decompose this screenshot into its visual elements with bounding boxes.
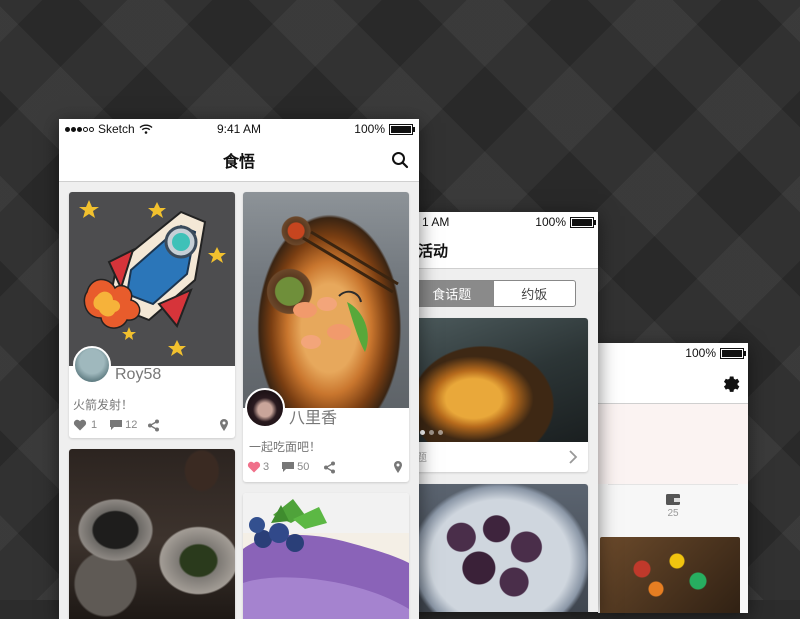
status-bar: 1 AM 100% [410, 212, 598, 232]
avatar[interactable] [245, 388, 285, 428]
feed-card[interactable] [69, 449, 235, 619]
like-count: 3 [263, 461, 270, 473]
status-bar: 100% [598, 343, 748, 363]
action-bar: 3 50 [247, 460, 403, 474]
chevron-right-icon[interactable] [568, 450, 578, 464]
location-pin-icon[interactable] [393, 460, 403, 474]
feed-card[interactable]: 八里香 一起吃面吧！ 3 50 [243, 192, 409, 482]
post-image-noodles [243, 192, 409, 428]
username[interactable]: 八里香 [289, 410, 337, 428]
battery-percent: 100% [685, 346, 716, 360]
battery-icon [389, 123, 415, 135]
battery-percent: 100% [535, 215, 566, 229]
profile-post-image[interactable] [600, 537, 740, 613]
share-icon[interactable] [147, 419, 160, 432]
feed-card[interactable] [243, 493, 409, 619]
battery-icon [570, 216, 596, 228]
post-image-tea-cups [69, 449, 235, 619]
stat-count: 25 [667, 507, 679, 519]
phone-screen-activity: 1 AM 100% 活动 食话题 约饭 题 [410, 212, 598, 612]
gear-icon[interactable] [720, 373, 740, 393]
image-pagination [420, 430, 443, 435]
signal-icon [65, 126, 94, 132]
topic-image [412, 484, 588, 612]
post-image-blueberry-cake [243, 493, 409, 619]
wifi-icon [139, 124, 153, 134]
status-bar: Sketch 9:41 AM 100% [59, 119, 419, 139]
post-caption: 火箭发射！ [73, 398, 134, 412]
tab-topics-label: 食话题 [432, 287, 472, 302]
blueberry-cake-illustration [243, 499, 409, 619]
carrier-name: Sketch [98, 122, 135, 136]
topic-image [412, 318, 588, 442]
post-caption: 一起吃面吧！ [249, 440, 322, 454]
battery-icon [720, 347, 746, 359]
heart-icon[interactable] [247, 461, 261, 473]
comment-count: 50 [297, 461, 310, 473]
username[interactable]: Roy58 [115, 366, 161, 384]
wallet-icon [666, 493, 680, 505]
share-icon[interactable] [323, 461, 336, 474]
segmented-control: 食话题 约饭 [410, 280, 576, 307]
phone-screen-profile: 100% 25 [598, 343, 748, 613]
action-bar: 1 12 [73, 418, 229, 432]
avatar[interactable] [73, 346, 111, 384]
topic-card[interactable] [412, 484, 588, 612]
comment-icon[interactable] [281, 461, 295, 473]
noodle-toppings [293, 230, 399, 352]
phone-screen-feed: Sketch 9:41 AM 100% 食悟 Roy58 火箭发射！ 1 12 … [59, 119, 419, 619]
status-time: 1 AM [422, 215, 450, 229]
nav-bar: 活动 [410, 232, 598, 269]
profile-stats-row: 25 [608, 484, 738, 525]
topic-card[interactable]: 题 [412, 318, 588, 472]
page-title: 活动 [418, 242, 449, 260]
feed-card[interactable]: Roy58 火箭发射！ 1 12 [69, 192, 235, 438]
comment-count: 12 [125, 419, 138, 431]
like-count: 1 [91, 419, 98, 431]
post-image-rocket [69, 192, 235, 384]
tab-topics[interactable]: 食话题 [411, 281, 493, 306]
profile-header-area [598, 404, 748, 484]
app-title: 食悟 [222, 154, 255, 171]
heart-icon[interactable] [73, 419, 87, 431]
tab-meetups[interactable]: 约饭 [492, 281, 576, 306]
battery-percent: 100% [354, 122, 385, 136]
nav-bar [598, 363, 748, 404]
tab-meetups-label: 约饭 [521, 287, 548, 302]
location-pin-icon[interactable] [219, 418, 229, 432]
nav-bar: 食悟 [59, 139, 419, 182]
comment-icon[interactable] [109, 419, 123, 431]
search-icon[interactable] [391, 151, 409, 169]
rocket-cookie-illustration [79, 200, 226, 356]
